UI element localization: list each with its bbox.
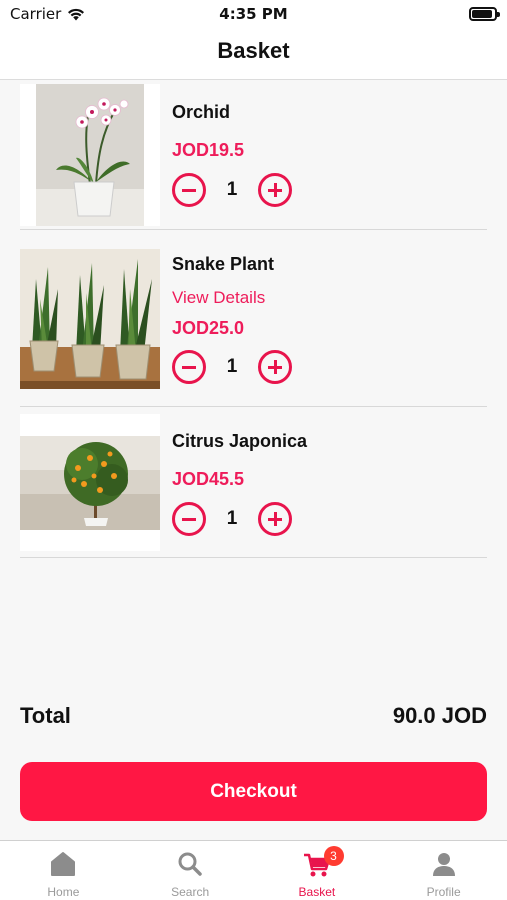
basket-item-orchid[interactable]: Orchid JOD19.5 1 (20, 80, 487, 230)
decrease-quantity-button[interactable] (172, 350, 206, 384)
item-name: Citrus Japonica (172, 431, 308, 451)
tab-search[interactable]: Search (127, 841, 254, 900)
tab-bar: Home Search 3 Basket Profile (0, 840, 507, 900)
quantity-value: 1 (226, 356, 238, 377)
tab-label: Profile (426, 885, 461, 899)
navigation-bar: Basket (0, 28, 507, 80)
basket-item-snake-plant[interactable]: Snake Plant View Details JOD25.0 1 (20, 230, 487, 407)
citrus-tree-image (20, 414, 160, 551)
total-value: 90.0 JOD (392, 703, 487, 728)
item-name: Snake Plant (172, 254, 275, 274)
increase-quantity-button[interactable] (258, 502, 292, 536)
total-label: Total (20, 703, 71, 728)
profile-icon (432, 853, 455, 876)
cart-badge: 3 (323, 846, 344, 866)
search-icon (178, 852, 202, 876)
view-details-link[interactable]: View Details (172, 288, 265, 308)
tab-basket[interactable]: 3 Basket (254, 841, 381, 900)
decrease-quantity-button[interactable] (172, 173, 206, 207)
checkout-button[interactable]: Checkout (20, 762, 487, 821)
tab-profile[interactable]: Profile (380, 841, 507, 900)
total-row: Total 90.0 JOD (20, 703, 487, 729)
quantity-stepper: 1 (172, 350, 292, 384)
decrease-quantity-button[interactable] (172, 502, 206, 536)
item-price: JOD25.0 (172, 318, 245, 338)
quantity-value: 1 (226, 179, 238, 200)
item-name: Orchid (172, 102, 231, 122)
item-price: JOD19.5 (172, 140, 245, 160)
quantity-value: 1 (226, 508, 238, 529)
increase-quantity-button[interactable] (258, 173, 292, 207)
basket-item-citrus-japonica[interactable]: Citrus Japonica JOD45.5 1 (20, 407, 487, 558)
basket-list: Orchid JOD19.5 1 Snake Plant View Detail… (20, 80, 487, 558)
tab-label: Home (47, 885, 80, 899)
snake-plant-image (20, 249, 160, 389)
quantity-stepper: 1 (172, 173, 292, 207)
tab-label: Search (171, 885, 210, 899)
status-bar: Carrier 4:35 PM (0, 0, 507, 28)
page-title: Basket (217, 38, 290, 63)
orchid-image (20, 84, 160, 226)
battery-icon (469, 7, 500, 21)
quantity-stepper: 1 (172, 502, 292, 536)
battery-level (472, 10, 492, 18)
home-icon (51, 852, 76, 876)
increase-quantity-button[interactable] (258, 350, 292, 384)
item-price: JOD45.5 (172, 469, 245, 489)
tab-home[interactable]: Home (0, 841, 127, 900)
clock: 4:35 PM (219, 5, 288, 23)
tab-label: Basket (298, 885, 336, 899)
